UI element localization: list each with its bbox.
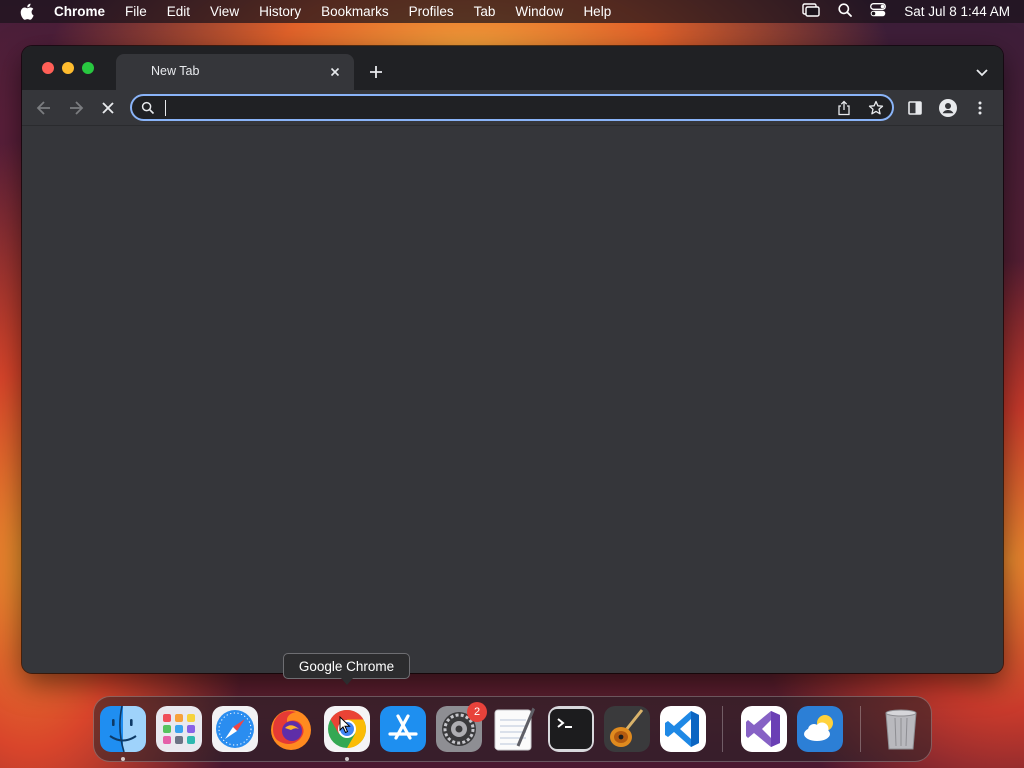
menu-help[interactable]: Help	[573, 4, 621, 19]
menu-history[interactable]: History	[249, 4, 311, 19]
chrome-window: New Tab	[22, 46, 1003, 673]
profile-avatar-icon[interactable]	[939, 99, 957, 117]
back-arrow-icon[interactable]	[35, 99, 53, 117]
dock-launchpad-icon[interactable]	[156, 706, 202, 752]
search-icon	[141, 101, 155, 115]
menu-edit[interactable]: Edit	[157, 4, 200, 19]
dock-terminal-icon[interactable]	[548, 706, 594, 752]
share-icon[interactable]	[836, 100, 852, 116]
dock-weather-icon[interactable]	[797, 706, 843, 752]
dock-garageband-guitar-icon[interactable]	[604, 706, 650, 752]
dock-app-store-icon[interactable]	[380, 706, 426, 752]
menu-bar-clock[interactable]: Sat Jul 8 1:44 AM	[904, 4, 1010, 19]
browser-toolbar	[22, 90, 1003, 126]
apple-menu-icon[interactable]	[0, 3, 54, 20]
dock-tooltip-arrow	[341, 678, 353, 685]
side-panel-icon[interactable]	[906, 99, 924, 117]
dock-textedit-icon[interactable]	[492, 706, 538, 752]
address-input[interactable]	[164, 98, 804, 117]
mouse-pointer-icon	[339, 715, 351, 734]
tab-new-tab[interactable]: New Tab	[116, 54, 354, 90]
chrome-running-indicator	[345, 757, 349, 761]
tab-title: New Tab	[151, 64, 200, 78]
page-content-area[interactable]	[22, 126, 1003, 673]
dock-trash-icon[interactable]	[878, 706, 924, 752]
close-window-button[interactable]	[42, 62, 54, 74]
dock-finder-icon[interactable]	[100, 706, 146, 752]
tab-strip: New Tab	[22, 46, 1003, 90]
menu-view[interactable]: View	[200, 4, 249, 19]
finder-running-indicator	[121, 757, 125, 761]
menu-bar: Chrome File Edit View History Bookmarks …	[0, 0, 1024, 23]
bookmark-star-icon[interactable]	[868, 100, 884, 116]
menu-window[interactable]: Window	[505, 4, 573, 19]
menu-tab[interactable]: Tab	[464, 4, 506, 19]
new-tab-plus-icon[interactable]	[367, 63, 385, 81]
menu-bookmarks[interactable]: Bookmarks	[311, 4, 399, 19]
menu-file[interactable]: File	[115, 4, 157, 19]
dock-vscode-icon[interactable]	[660, 706, 706, 752]
menu-bar-status-area: Sat Jul 8 1:44 AM	[802, 0, 1010, 23]
text-caret	[165, 100, 166, 116]
stop-loading-x-icon[interactable]	[99, 99, 117, 117]
dock-separator	[860, 706, 861, 752]
zoom-window-button[interactable]	[82, 62, 94, 74]
dock-tooltip: Google Chrome	[283, 653, 410, 679]
notification-badge: 2	[467, 702, 487, 722]
dock-visual-studio-icon[interactable]	[741, 706, 787, 752]
more-options-icon[interactable]	[971, 99, 989, 117]
minimize-window-button[interactable]	[62, 62, 74, 74]
dock-firefox-icon[interactable]	[268, 706, 314, 752]
address-bar[interactable]	[130, 94, 894, 121]
screen-mirroring-icon[interactable]	[802, 3, 820, 20]
menu-app-name[interactable]: Chrome	[54, 4, 115, 19]
dock-safari-compass-icon[interactable]	[212, 706, 258, 752]
dock-separator	[722, 706, 723, 752]
tab-search-chevron-down-icon[interactable]	[975, 65, 989, 77]
forward-arrow-icon[interactable]	[67, 99, 85, 117]
menu-profiles[interactable]: Profiles	[399, 4, 464, 19]
control-center-icon[interactable]	[870, 3, 887, 20]
tab-close-icon[interactable]	[328, 65, 342, 79]
spotlight-search-icon[interactable]	[838, 3, 853, 20]
